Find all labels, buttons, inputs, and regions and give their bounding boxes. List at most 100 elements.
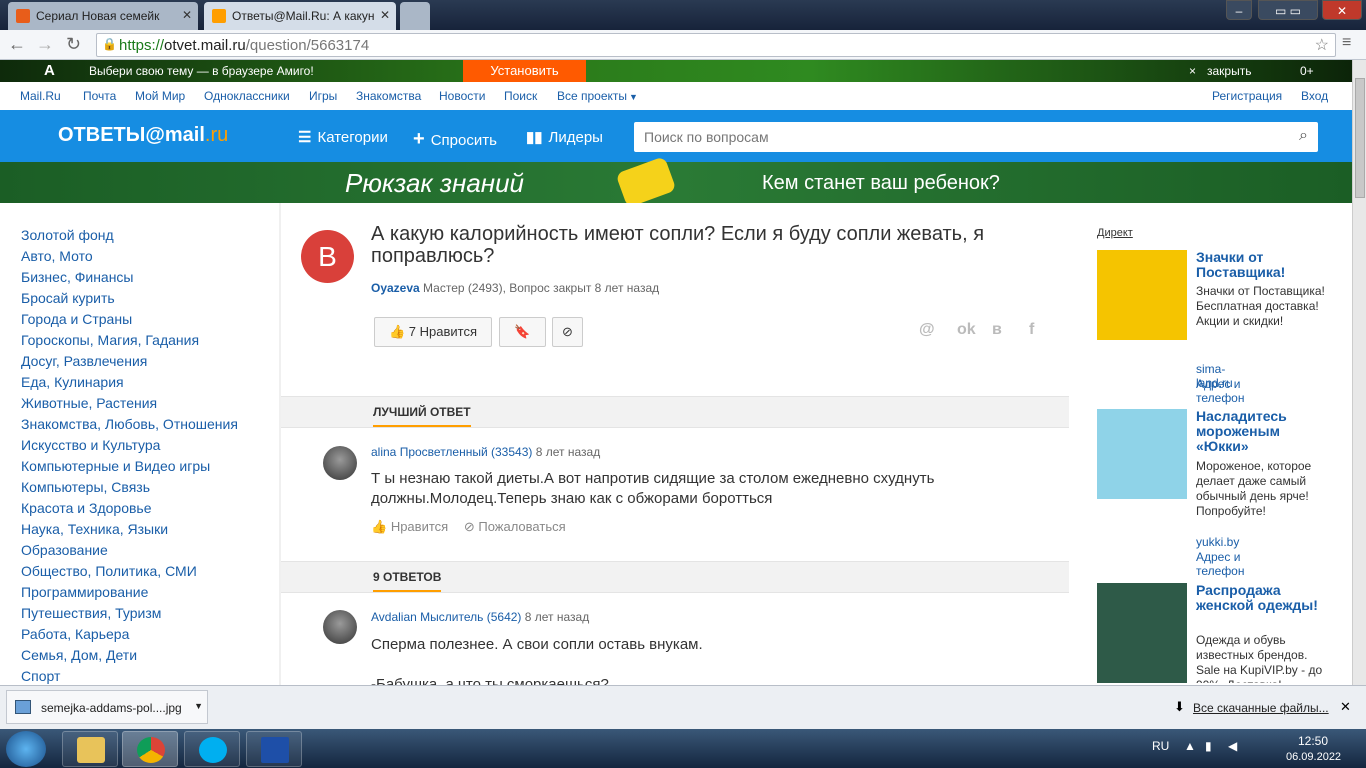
sidebar-item[interactable]: Авто, Мото (21, 248, 93, 264)
scrollbar-thumb[interactable] (1355, 78, 1365, 198)
close-icon[interactable]: ✕ (380, 8, 390, 22)
ad-title[interactable]: Значки от Поставщика! (1196, 250, 1326, 280)
like-button[interactable]: 👍 7 Нравится (374, 317, 492, 347)
site-logo[interactable]: ОТВЕТЫ@mail.ru (58, 124, 228, 147)
nav-dating[interactable]: Знакомства (356, 89, 421, 103)
close-icon[interactable]: ✕ (1340, 699, 1351, 715)
nav-news[interactable]: Новости (439, 89, 485, 103)
sidebar-item[interactable]: Золотой фонд (21, 227, 114, 243)
sidebar-item[interactable]: Животные, Растения (21, 395, 157, 411)
ad-contact[interactable]: Адрес и телефон (1196, 377, 1245, 405)
author-avatar[interactable]: B (301, 230, 354, 283)
explorer-button[interactable] (62, 731, 118, 767)
language-indicator[interactable]: RU (1152, 739, 1169, 753)
new-tab-button[interactable] (400, 2, 430, 30)
categories-button[interactable]: ☰ Категории (298, 128, 388, 146)
search-input[interactable]: Поиск по вопросам ⌕ (634, 122, 1318, 152)
nav-all-projects[interactable]: Все проекты (557, 89, 627, 103)
sidebar-item[interactable]: Знакомства, Любовь, Отношения (21, 416, 238, 432)
sidebar-item[interactable]: Общество, Политика, СМИ (21, 563, 197, 579)
sidebar-item[interactable]: Спорт (21, 668, 60, 684)
ad-contact[interactable]: Адрес и телефон (1196, 550, 1245, 578)
nav-mailru[interactable]: Mail.Ru (20, 89, 61, 103)
ad-banner[interactable]: Рюкзак знаний Кем станет ваш ребенок? (0, 156, 1352, 208)
clock-date[interactable]: 06.09.2022 (1286, 751, 1341, 763)
nav-search[interactable]: Поиск (504, 89, 537, 103)
nav-ok[interactable]: Одноклассники (204, 89, 290, 103)
chevron-down-icon[interactable]: ▼ (194, 701, 203, 711)
close-icon[interactable]: × (1189, 64, 1196, 78)
sidebar-item[interactable]: Искусство и Культура (21, 437, 160, 453)
search-icon[interactable]: ⌕ (1299, 127, 1308, 145)
sidebar-item[interactable]: Программирование (21, 584, 148, 600)
sidebar-item[interactable]: Путешествия, Туризм (21, 605, 161, 621)
maximize-button[interactable]: ▭ ▭ (1258, 0, 1318, 20)
ad-site[interactable]: yukki.by (1196, 535, 1239, 549)
ad-item[interactable]: Распродажа женской одежды! Одежда и обув… (1097, 583, 1337, 683)
install-button[interactable]: Установить (463, 60, 586, 82)
back-icon[interactable]: ← (8, 34, 26, 55)
sidebar-item[interactable]: Образование (21, 542, 108, 558)
sidebar-item[interactable]: Гороскопы, Магия, Гадания (21, 332, 199, 348)
tray-arrow-icon[interactable]: ▲ (1184, 739, 1196, 753)
skype-button[interactable] (184, 731, 240, 767)
ad-title[interactable]: Распродажа женской одежды! (1196, 583, 1326, 613)
chrome-button[interactable] (122, 731, 178, 767)
answer-text: Сперма полезнее. А свои сопли оставь вну… (371, 636, 703, 653)
download-item[interactable]: semejka-addams-pol....jpg ▼ (6, 690, 208, 724)
star-icon[interactable]: ☆ (1315, 35, 1329, 55)
reload-icon[interactable]: ↻ (66, 34, 81, 55)
ask-button[interactable]: + Спросить (413, 128, 497, 151)
share-vk-icon[interactable]: в (992, 321, 1002, 339)
start-button[interactable] (6, 731, 46, 767)
ad-title[interactable]: Насладитесь мороженым «Юкки» (1196, 409, 1326, 454)
clock-time[interactable]: 12:50 (1298, 734, 1328, 748)
close-icon[interactable]: ✕ (182, 8, 192, 22)
all-downloads-link[interactable]: Все скачанные файлы... (1193, 701, 1329, 715)
share-ok-icon[interactable]: ok (957, 321, 976, 339)
nav-games[interactable]: Игры (309, 89, 337, 103)
volume-icon[interactable]: ◀ (1228, 739, 1237, 753)
report-button[interactable]: ⊘ (552, 317, 583, 347)
sidebar-item[interactable]: Досуг, Развлечения (21, 353, 147, 369)
sidebar-item[interactable]: Семья, Дом, Дети (21, 647, 137, 663)
share-facebook-icon[interactable]: f (1029, 321, 1034, 339)
share-mail-icon[interactable]: @ (919, 321, 935, 339)
network-icon[interactable]: ▮ (1205, 739, 1212, 753)
leaders-button[interactable]: ▮▮ Лидеры (526, 128, 603, 146)
nav-mail[interactable]: Почта (83, 89, 116, 103)
close-window-button[interactable]: ✕ (1322, 0, 1362, 20)
tab-serial[interactable]: Сериал Новая семейк ✕ (8, 2, 198, 30)
sidebar-item[interactable]: Бизнес, Финансы (21, 269, 134, 285)
login-link[interactable]: Вход (1301, 89, 1328, 103)
sidebar-item[interactable]: Еда, Кулинария (21, 374, 124, 390)
tab-otvet[interactable]: Ответы@Mail.Ru: А какун ✕ (204, 2, 396, 30)
sidebar-item[interactable]: Наука, Техника, Языки (21, 521, 168, 537)
menu-icon[interactable]: ≡ (1342, 34, 1351, 52)
like-action[interactable]: 👍 Нравится (371, 519, 448, 534)
clothing-icon (1097, 583, 1187, 683)
register-link[interactable]: Регистрация (1212, 89, 1282, 103)
ads-label[interactable]: Директ (1097, 227, 1133, 239)
answer-author[interactable]: Avdalian (371, 610, 417, 624)
forward-icon[interactable]: → (36, 34, 54, 55)
sidebar-item[interactable]: Компьютеры, Связь (21, 479, 150, 495)
sidebar-item[interactable]: Города и Страны (21, 311, 132, 327)
report-action[interactable]: ⊘ Пожаловаться (464, 519, 566, 534)
bookmark-button[interactable]: 🔖 (499, 317, 546, 347)
sidebar-item[interactable]: Бросай курить (21, 290, 115, 306)
sidebar-item[interactable]: Работа, Карьера (21, 626, 129, 642)
answer-avatar[interactable] (323, 446, 357, 480)
promo-close-link[interactable]: закрыть (1207, 64, 1251, 78)
answer-author[interactable]: alina (371, 445, 396, 459)
question-author[interactable]: Oyazeva (371, 281, 420, 295)
sidebar-item[interactable]: Красота и Здоровье (21, 500, 152, 516)
nav-myworld[interactable]: Мой Мир (135, 89, 185, 103)
page-scrollbar[interactable] (1352, 60, 1366, 685)
report-label: Пожаловаться (478, 519, 566, 534)
url-field[interactable]: 🔒 https://otvet.mail.ru/question/5663174… (96, 33, 1336, 57)
save-app-button[interactable] (246, 731, 302, 767)
answer-avatar[interactable] (323, 610, 357, 644)
minimize-button[interactable]: – (1226, 0, 1252, 20)
sidebar-item[interactable]: Компьютерные и Видео игры (21, 458, 210, 474)
